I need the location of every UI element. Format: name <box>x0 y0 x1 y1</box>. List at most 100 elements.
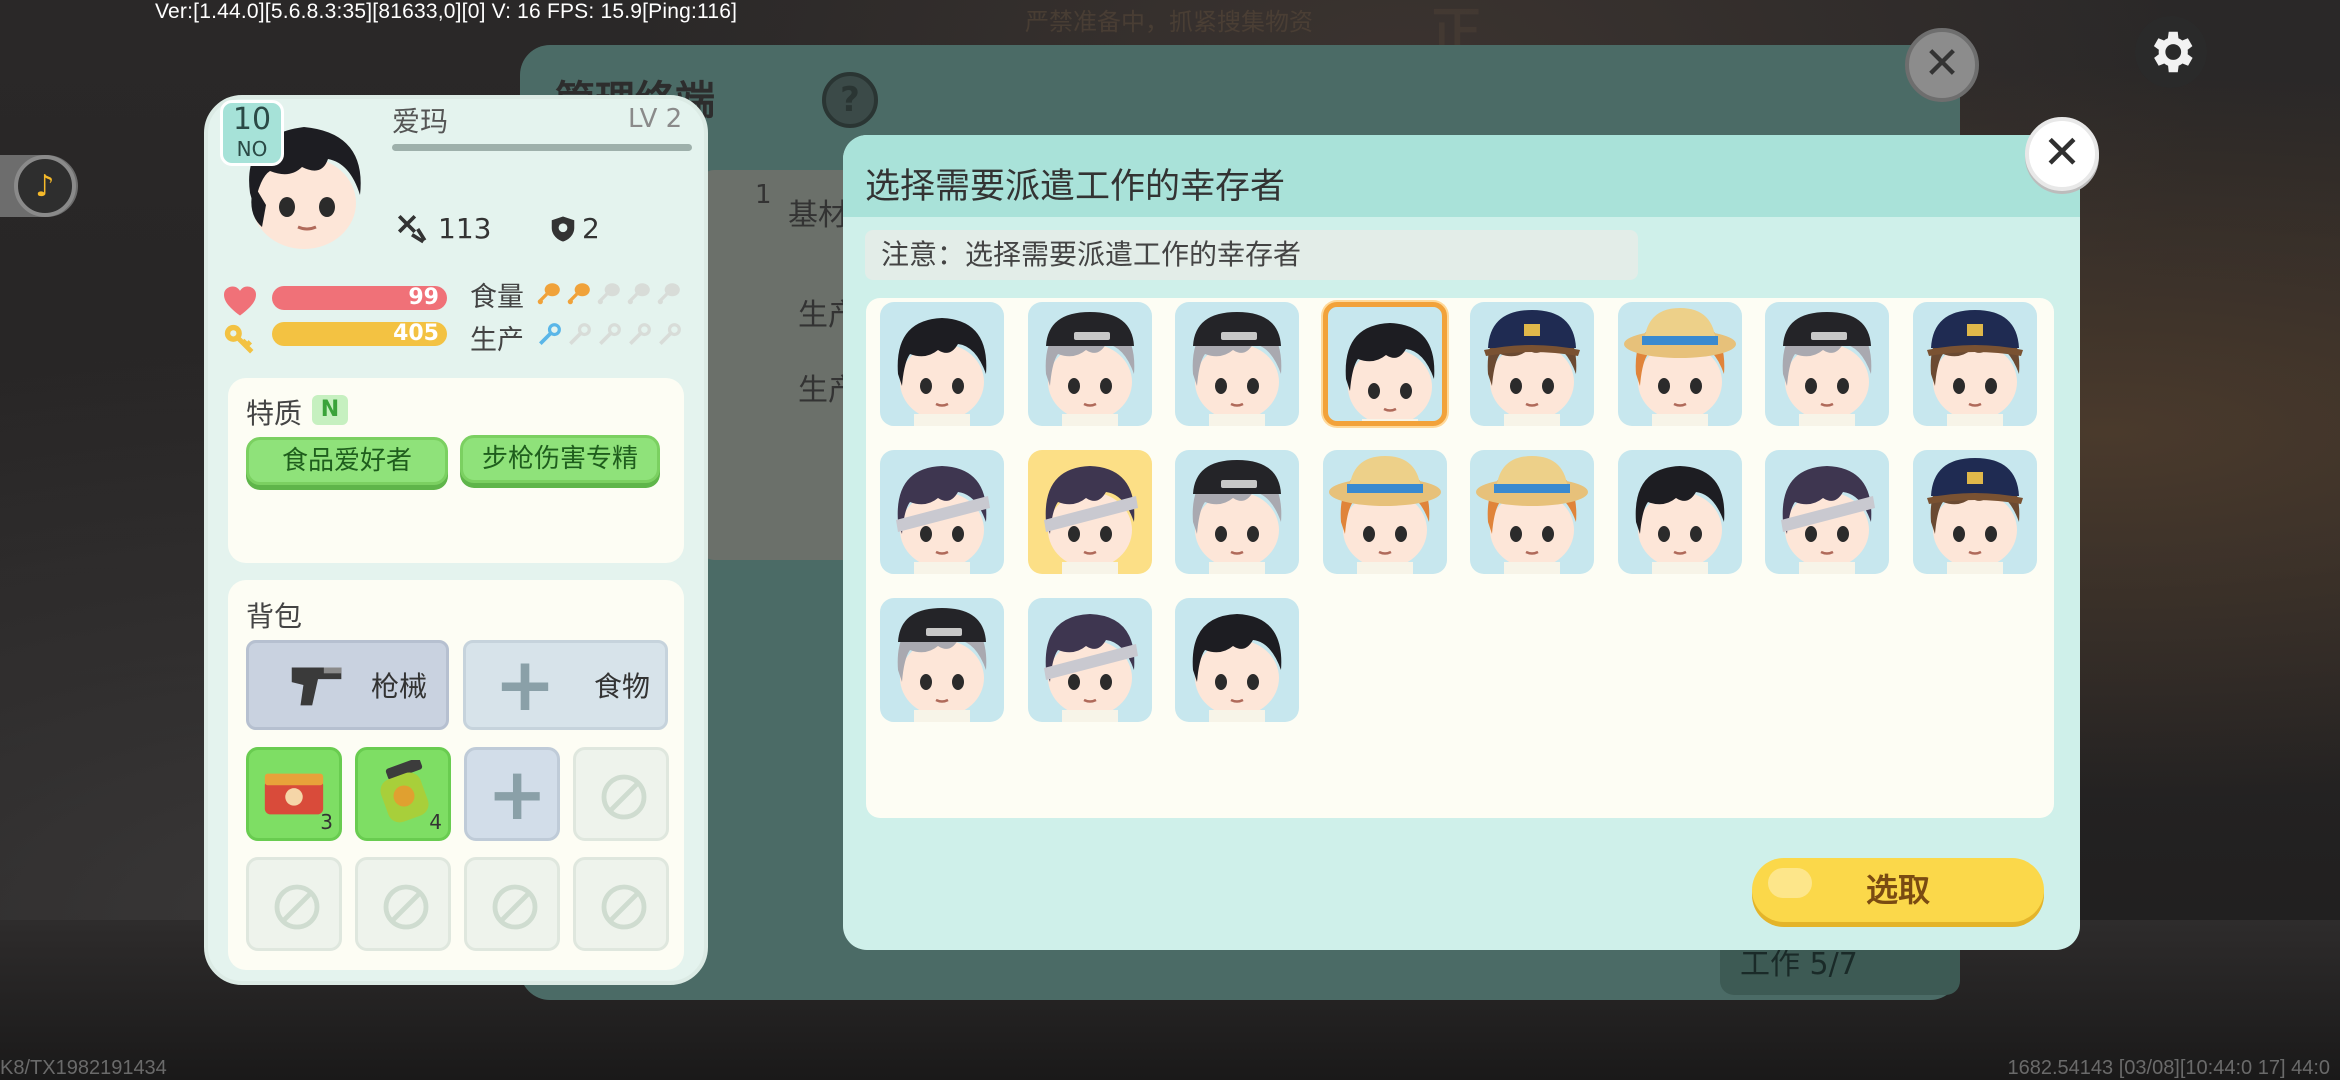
survivor-face-icon <box>897 318 987 426</box>
trait-title: 特质 <box>246 397 303 430</box>
survivor-avatar[interactable] <box>1617 302 1742 426</box>
defense-value: 2 <box>582 212 600 245</box>
music-button[interactable]: ♪ <box>0 155 78 217</box>
debug-info-bottom-left: K8/TX1982191434 <box>0 1057 167 1079</box>
dialog-title: 选择需要派遣工作的幸存者 <box>865 167 1286 207</box>
drumstick-icon <box>537 283 560 305</box>
bag-item-canned-food[interactable]: 3 <box>246 747 342 841</box>
disabled-icon <box>601 774 647 820</box>
weapon-slot[interactable]: 枪械 <box>246 640 449 730</box>
select-confirm-label: 选取 <box>1865 871 1930 909</box>
plus-icon: + <box>494 642 557 728</box>
production-stat-label: 生产 <box>470 325 524 356</box>
survivor-face-icon <box>1045 312 1134 426</box>
survivor-avatar[interactable] <box>1027 302 1152 426</box>
management-close-button[interactable]: ✕ <box>1905 28 1979 102</box>
weapon-slot-label: 枪械 <box>371 670 428 703</box>
management-tab-number: 1 <box>755 180 772 210</box>
hp-bar: 99 <box>272 286 447 310</box>
management-tab-materials[interactable]: 基材 <box>788 190 848 234</box>
wrench-icon <box>659 323 681 345</box>
survivor-avatar[interactable] <box>1912 302 2037 426</box>
help-button[interactable]: ? <box>822 72 878 128</box>
dialog-close-button[interactable]: ✕ <box>2025 117 2099 191</box>
survivor-avatar[interactable] <box>1027 450 1152 574</box>
drumstick-icon <box>657 283 680 305</box>
disabled-icon <box>274 884 320 930</box>
survivor-face-icon <box>1926 458 2023 574</box>
crossed-swords-icon <box>397 214 427 244</box>
survivor-grid <box>866 298 2054 818</box>
survivor-face-icon <box>1192 460 1282 574</box>
survivor-avatar[interactable] <box>1765 450 1889 574</box>
survivor-face-icon <box>1781 466 1875 574</box>
attack-value: 113 <box>438 212 492 245</box>
survivor-avatar[interactable] <box>880 450 1004 574</box>
survivor-number: 10 <box>232 102 272 137</box>
survivor-avatar[interactable] <box>1617 450 1742 574</box>
trait-tag-food-lover[interactable]: 食品爱好者 <box>246 437 448 485</box>
drumstick-icon <box>627 283 650 305</box>
survivor-avatar[interactable] <box>1470 302 1594 426</box>
food-stat-icons <box>536 280 682 306</box>
production-stat-icons <box>536 322 682 348</box>
button-decoration <box>1768 868 1812 898</box>
wrench-icon <box>569 323 591 345</box>
survivor-face-icon <box>1635 466 1724 574</box>
survivor-face-icon <box>1043 466 1138 574</box>
survivor-face-icon <box>1484 310 1580 426</box>
survivor-face-icon <box>897 608 987 722</box>
bag-locked-slot <box>246 857 342 951</box>
survivor-avatar[interactable] <box>1175 302 1299 426</box>
bag-locked-slot <box>573 857 669 951</box>
food-slot-label: 食物 <box>594 670 651 703</box>
survivor-face-icon <box>1345 323 1434 421</box>
plus-icon: + <box>487 752 548 836</box>
bag-item-jar[interactable]: 4 <box>355 747 451 841</box>
survivor-face-icon <box>896 466 990 574</box>
bag-item-count: 3 <box>320 810 333 834</box>
jar-icon <box>380 760 429 823</box>
survivor-face-icon <box>1623 308 1736 426</box>
food-stat-label: 食量 <box>470 282 524 313</box>
survivor-avatar[interactable] <box>1765 302 1889 426</box>
trait-tag-rifle-mastery[interactable]: 步枪伤害专精 <box>460 435 660 483</box>
survivor-avatar[interactable] <box>880 302 1004 426</box>
character-name: 爱玛 <box>392 105 449 138</box>
wrench-icon <box>599 323 621 345</box>
survivor-face-icon <box>1782 312 1872 426</box>
survivor-face-icon <box>1926 310 2023 426</box>
survivor-avatar[interactable] <box>1175 450 1299 574</box>
bag-locked-slot <box>355 857 451 951</box>
pistol-icon <box>291 667 342 706</box>
disabled-icon <box>383 884 429 930</box>
select-confirm-button[interactable]: 选取 <box>1752 858 2044 922</box>
wrench-icon <box>629 323 651 345</box>
dialog-note: 注意：选择需要派遣工作的幸存者 <box>865 230 1638 280</box>
survivor-face-icon <box>1476 456 1588 574</box>
bag-add-slot[interactable]: + <box>464 747 560 841</box>
survivor-number-label: NO <box>236 137 268 161</box>
shield-icon <box>551 216 575 242</box>
experience-bar <box>392 144 692 151</box>
bag-locked-slot <box>464 857 560 951</box>
survivor-avatar[interactable] <box>1322 450 1447 574</box>
key-icon <box>224 324 254 354</box>
survivor-avatar[interactable] <box>1912 450 2037 574</box>
survivor-avatar[interactable] <box>1027 598 1152 722</box>
settings-button[interactable] <box>2135 16 2207 88</box>
canned-food-icon <box>264 773 324 815</box>
survivor-face-icon <box>1328 456 1441 574</box>
survivor-avatar[interactable] <box>1175 598 1299 722</box>
bag-item-count: 4 <box>429 810 442 834</box>
disabled-icon <box>601 884 647 930</box>
debug-info-bottom-right: 1682.54143 [03/08][10:44:0 17] 44:0 <box>2007 1057 2330 1079</box>
energy-bar: 405 <box>272 322 447 346</box>
bag-locked-slot <box>573 747 669 841</box>
debug-info-top: Ver:[1.44.0][5.6.8.3:35][81633,0][0] V: … <box>155 0 738 23</box>
food-slot[interactable]: + 食物 <box>463 640 668 730</box>
survivor-avatar[interactable] <box>1470 450 1594 574</box>
survivor-face-icon <box>1192 614 1282 722</box>
survivor-avatar[interactable] <box>880 598 1004 722</box>
survivor-avatar[interactable] <box>1322 302 1447 426</box>
